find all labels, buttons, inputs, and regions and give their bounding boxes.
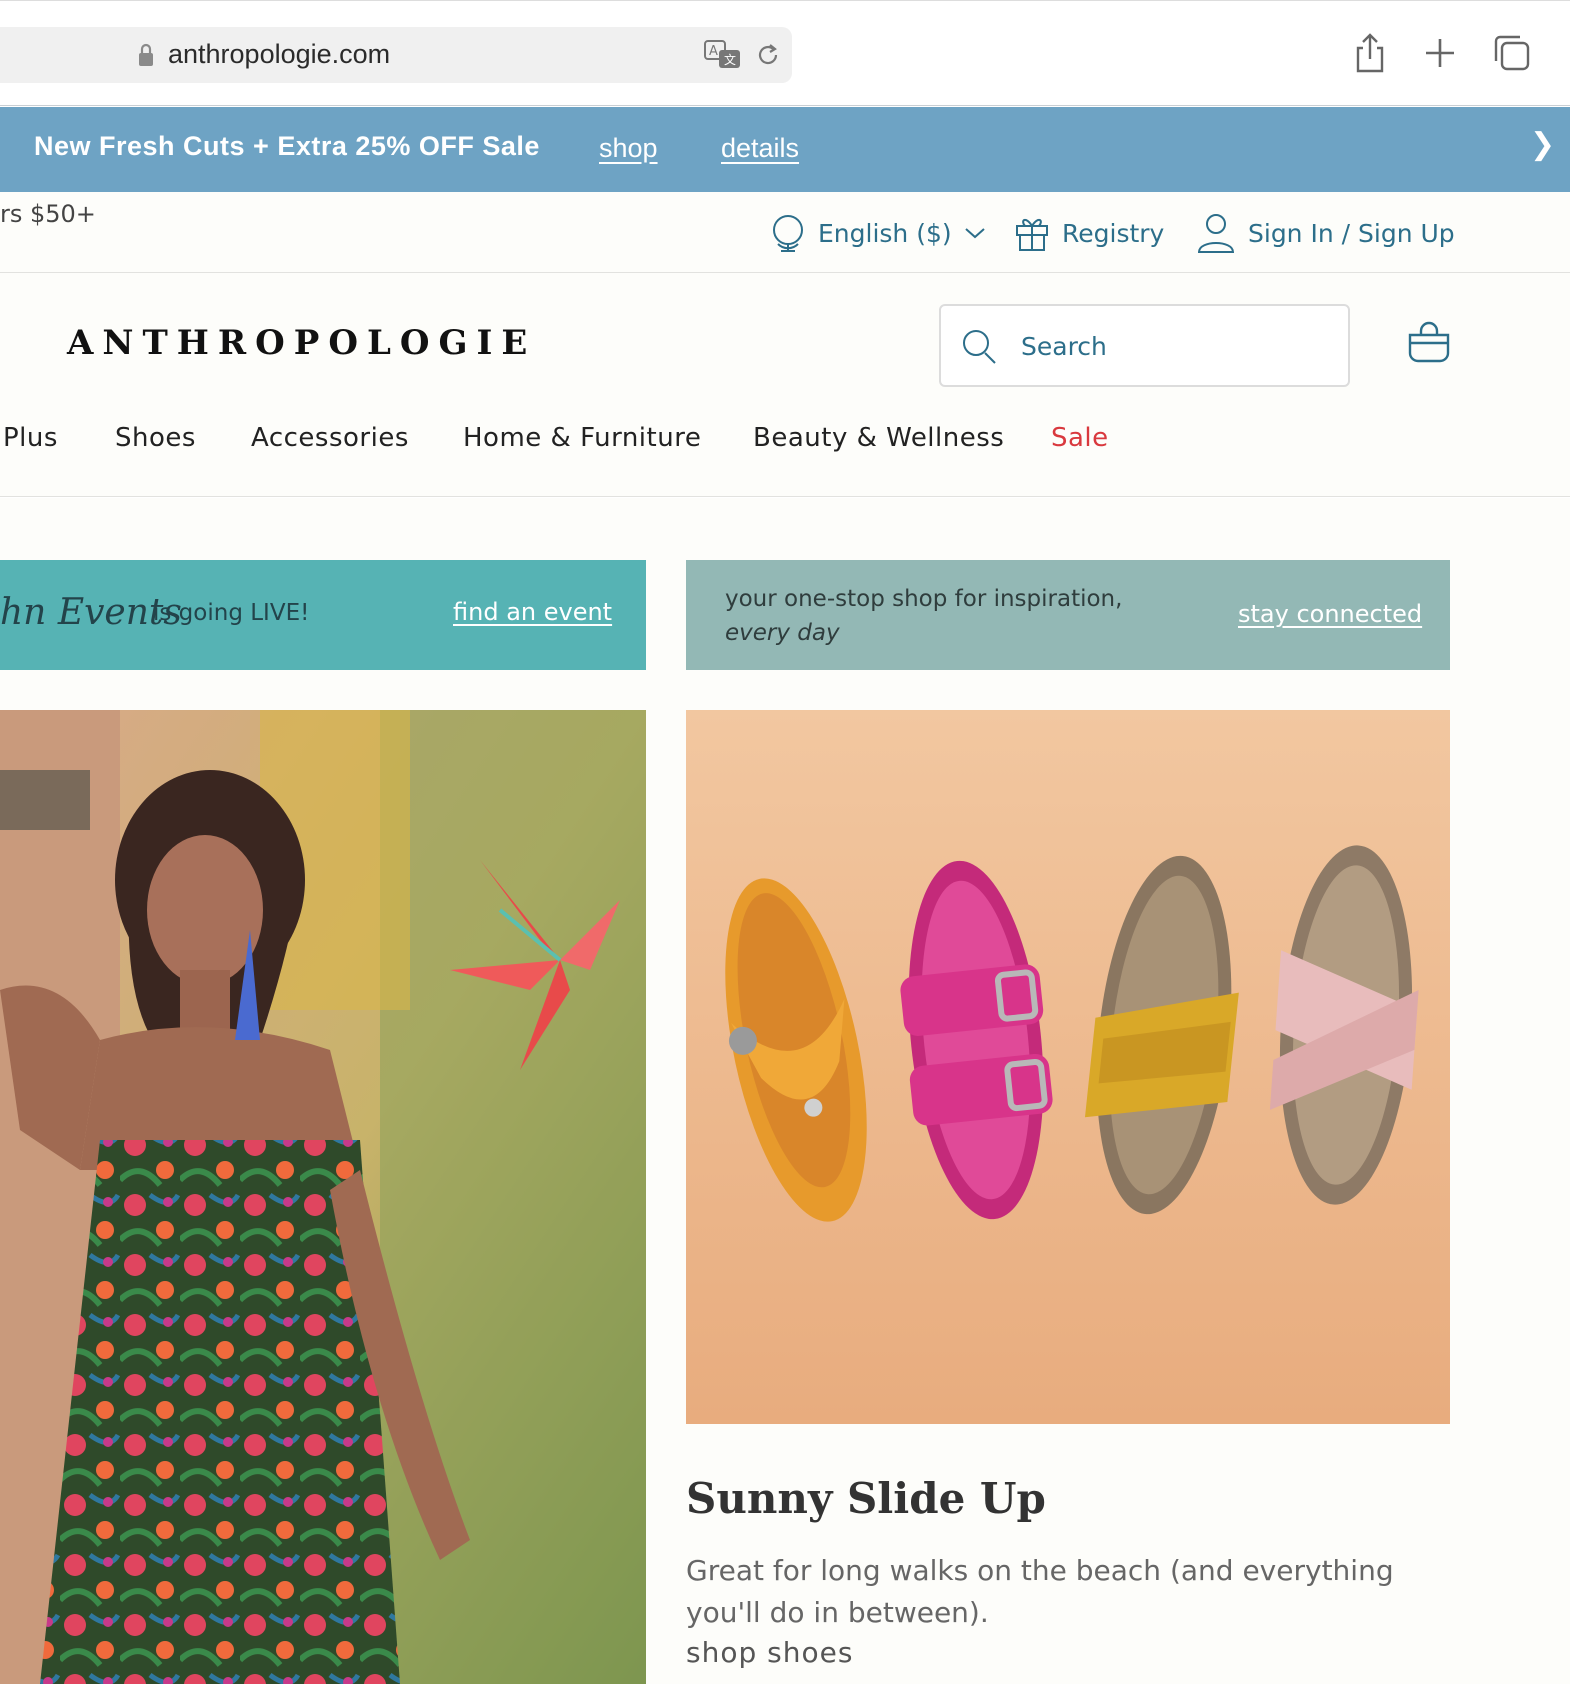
shop-shoes-link[interactable]: shop shoes — [686, 1636, 853, 1669]
nav-item-beauty-wellness[interactable]: Beauty & Wellness — [753, 423, 1004, 453]
main-nav: Plus Shoes Accessories Home & Furniture … — [0, 423, 1570, 463]
share-icon[interactable] — [1348, 31, 1392, 75]
hero-image-dress[interactable] — [0, 710, 646, 1684]
search-input[interactable] — [1021, 326, 1321, 366]
url-text[interactable]: anthropologie.com — [168, 39, 390, 70]
dress-model-photo — [0, 710, 646, 1684]
events-live-text: is going LIVE! — [153, 600, 310, 626]
nav-item-plus[interactable]: Plus — [3, 423, 58, 453]
search-box[interactable] — [939, 304, 1350, 387]
promo-text: New Fresh Cuts + Extra 25% OFF Sale — [34, 131, 540, 161]
find-event-link[interactable]: find an event — [453, 598, 612, 626]
inspiration-banner[interactable]: your one-stop shop for inspiration, ever… — [686, 560, 1450, 670]
feature-title: Sunny Slide Up — [686, 1474, 1046, 1523]
nav-item-shoes[interactable]: Shoes — [115, 423, 196, 453]
nav-item-accessories[interactable]: Accessories — [251, 423, 409, 453]
inspiration-line-1: your one-stop shop for inspiration, — [725, 586, 1123, 612]
chevron-down-icon — [964, 228, 985, 239]
utility-bar: rs $50+ English ($) Registry Sign In / S… — [0, 192, 1570, 273]
new-tab-icon[interactable] — [1418, 31, 1462, 75]
language-selector[interactable]: English ($) — [770, 212, 988, 254]
stay-connected-link[interactable]: stay connected — [1238, 600, 1422, 628]
registry-link[interactable]: Registry — [1014, 212, 1164, 254]
sign-in-link[interactable]: Sign In / Sign Up — [1196, 212, 1455, 254]
svg-text:A: A — [709, 44, 718, 59]
promo-details-link[interactable]: details — [721, 133, 799, 164]
reload-icon[interactable] — [754, 41, 782, 69]
events-banner[interactable]: hn Events is going LIVE! find an event — [0, 560, 646, 670]
site-logo[interactable]: ANTHROPOLOGIE — [67, 323, 536, 363]
browser-chrome: anthropologie.com A 文 — [0, 0, 1570, 106]
lock-icon — [139, 43, 153, 66]
chevron-right-icon[interactable]: ❯ — [1530, 127, 1555, 162]
promo-bar: New Fresh Cuts + Extra 25% OFF Sale shop… — [0, 107, 1570, 192]
search-icon — [963, 330, 996, 364]
language-label: English ($) — [818, 218, 952, 248]
svg-text:文: 文 — [724, 52, 736, 67]
gift-icon — [1016, 219, 1048, 251]
sign-in-label: Sign In / Sign Up — [1248, 218, 1455, 248]
main-content: hn Events is going LIVE! find an event y… — [0, 498, 1570, 1684]
registry-label: Registry — [1062, 218, 1165, 248]
promo-shop-link[interactable]: shop — [599, 133, 658, 164]
hero-image-sandals[interactable] — [686, 710, 1450, 1424]
user-icon — [1197, 214, 1235, 253]
shopping-bag-icon[interactable] — [1406, 319, 1452, 365]
tabs-overview-icon[interactable] — [1490, 31, 1534, 75]
feature-description: Great for long walks on the beach (and e… — [686, 1554, 1394, 1629]
address-bar[interactable]: anthropologie.com A 文 — [0, 27, 792, 83]
shipping-text: rs $50+ — [0, 200, 96, 228]
sandals-photo — [686, 710, 1450, 1424]
translate-icon[interactable]: A 文 — [704, 39, 742, 71]
site-header: ANTHROPOLOGIE Plus Shoes Accessories Hom… — [0, 273, 1570, 497]
inspiration-line-2: every day — [725, 620, 840, 646]
nav-item-sale[interactable]: Sale — [1051, 423, 1109, 453]
globe-icon — [773, 215, 803, 252]
nav-item-home-furniture[interactable]: Home & Furniture — [463, 423, 701, 453]
